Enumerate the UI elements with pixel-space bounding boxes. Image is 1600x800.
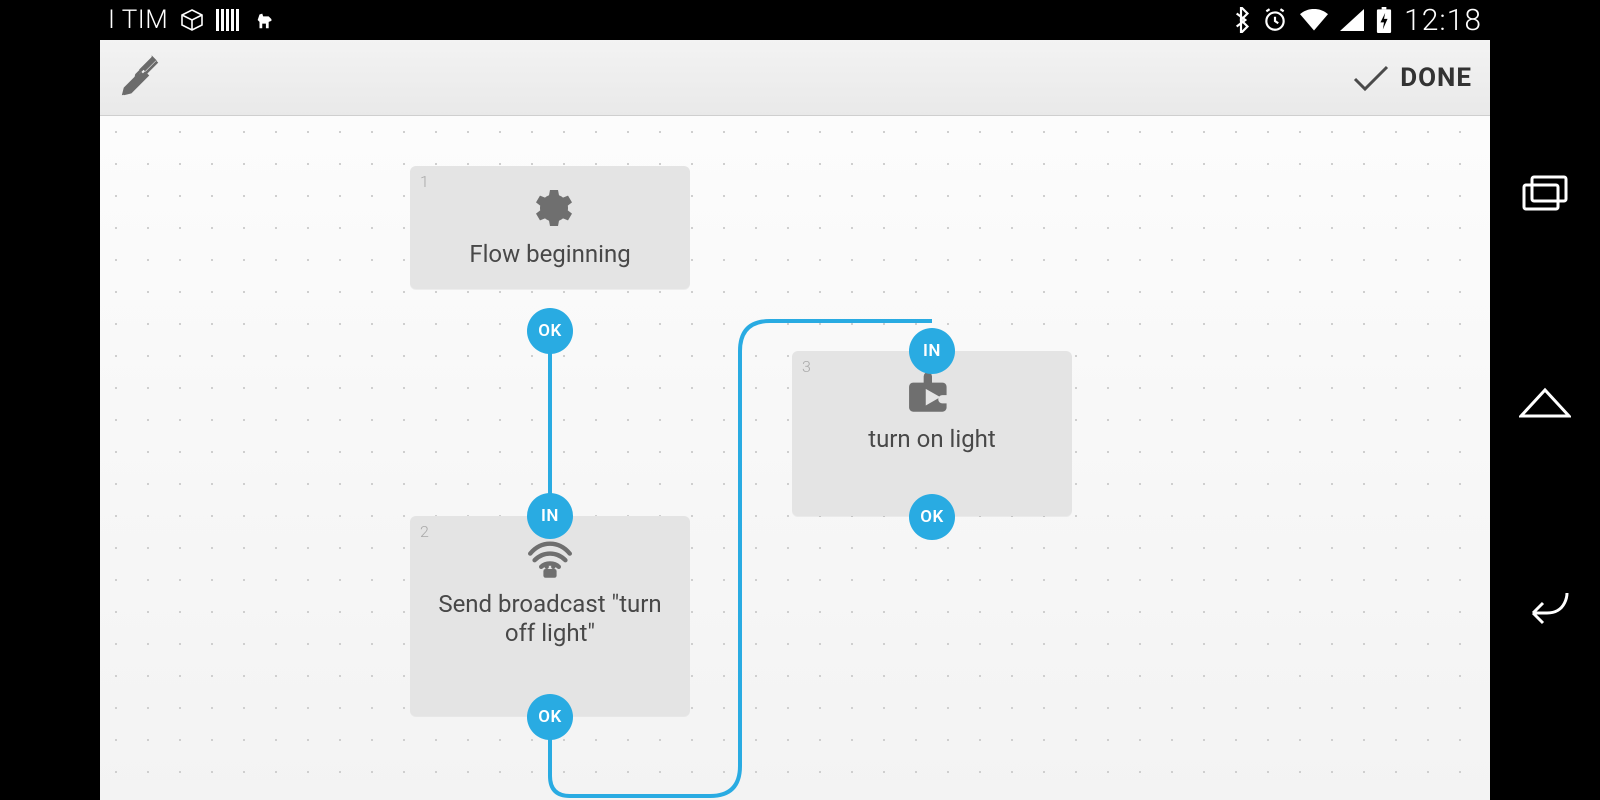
node-label: Flow beginning bbox=[418, 236, 682, 269]
tools-icon[interactable] bbox=[118, 55, 164, 101]
bluetooth-icon bbox=[1232, 7, 1250, 33]
android-status-bar: I TIM bbox=[100, 0, 1490, 40]
flow-editor-app: DONE 1 Flow beginning OK 2 bbox=[100, 40, 1490, 800]
wifi-icon bbox=[1300, 9, 1328, 31]
recent-apps-button[interactable] bbox=[1515, 163, 1575, 223]
node-3-ok-port[interactable]: OK bbox=[909, 494, 955, 540]
flow-node-2[interactable]: 2 Send broadcast "turn off light" bbox=[410, 516, 690, 716]
action-bar: DONE bbox=[100, 40, 1490, 116]
flow-node-1[interactable]: 1 Flow beginning bbox=[410, 166, 690, 289]
alarm-icon bbox=[1262, 7, 1288, 33]
node-3-in-port[interactable]: IN bbox=[909, 328, 955, 374]
back-button[interactable] bbox=[1515, 577, 1575, 637]
flow-node-3[interactable]: 3 turn on light bbox=[792, 351, 1072, 516]
node-label: turn on light bbox=[800, 421, 1064, 454]
cell-signal-icon bbox=[1340, 9, 1364, 31]
node-2-in-port[interactable]: IN bbox=[527, 493, 573, 539]
node-2-ok-port[interactable]: OK bbox=[527, 694, 573, 740]
barcode-icon bbox=[216, 9, 242, 31]
done-button[interactable]: DONE bbox=[1352, 63, 1472, 93]
clock-label: 12:18 bbox=[1404, 3, 1482, 38]
android-nav-bar bbox=[1490, 0, 1600, 800]
node-1-ok-port[interactable]: OK bbox=[527, 308, 573, 354]
llama-icon bbox=[254, 9, 276, 31]
gear-icon bbox=[418, 180, 682, 236]
done-button-label: DONE bbox=[1400, 63, 1472, 93]
carrier-label: I TIM bbox=[108, 5, 168, 35]
cube-icon bbox=[180, 8, 204, 32]
flow-canvas[interactable]: 1 Flow beginning OK 2 Send broadcast "tu… bbox=[100, 116, 1490, 800]
node-number: 2 bbox=[420, 522, 429, 541]
node-number: 1 bbox=[420, 172, 429, 191]
battery-charging-icon bbox=[1376, 7, 1392, 33]
node-label: Send broadcast "turn off light" bbox=[418, 586, 682, 648]
home-button[interactable] bbox=[1515, 370, 1575, 430]
node-number: 3 bbox=[802, 357, 811, 376]
